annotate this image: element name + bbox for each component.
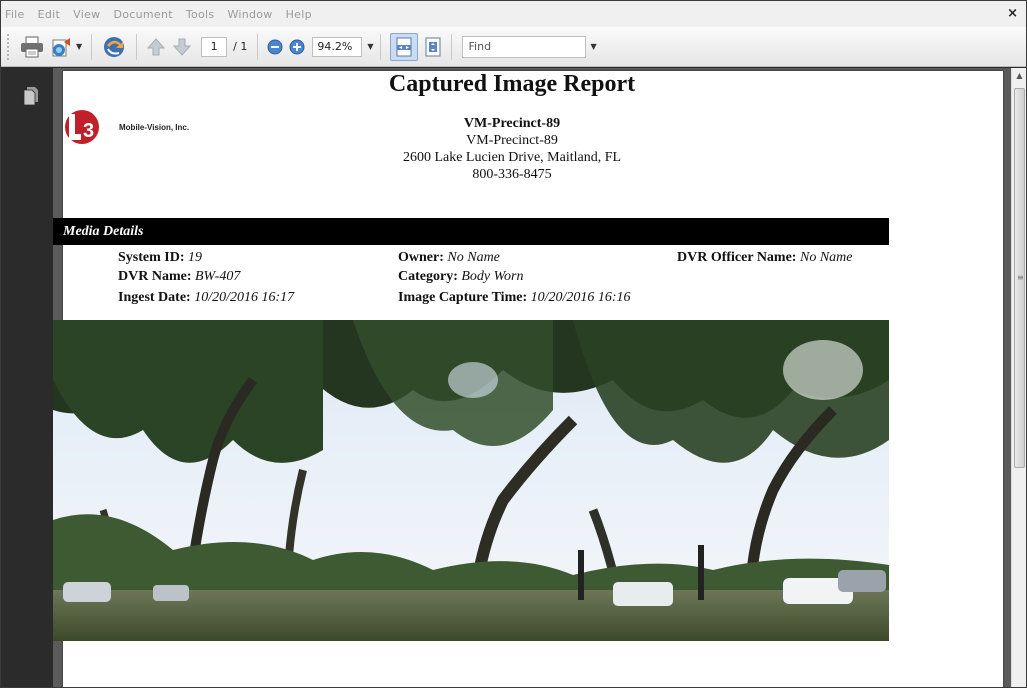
zoom-out-icon	[267, 39, 283, 54]
find-input[interactable]: Find	[461, 35, 586, 58]
zoom-out-button[interactable]	[267, 33, 283, 61]
zoom-in-icon	[289, 39, 305, 54]
prev-page-icon	[147, 37, 166, 55]
toolbar-separator	[450, 33, 452, 60]
toolbar-separator	[91, 33, 93, 60]
toolbar: ▼ 1 / 1 94.2% ▼ Find ▼	[1, 27, 1026, 67]
previous-page-button[interactable]	[146, 33, 166, 61]
field-label: Image Capture Time:	[398, 290, 528, 305]
system-id-field: System ID: 19	[118, 250, 202, 266]
menu-file[interactable]: File	[5, 8, 25, 21]
toolbar-separator	[257, 33, 259, 60]
menu-view[interactable]: View	[73, 8, 100, 21]
field-value: No Name	[447, 250, 500, 265]
tree-canopy-photo	[53, 320, 889, 641]
toolbar-separator	[379, 33, 381, 60]
zoom-level-input[interactable]: 94.2%	[312, 36, 363, 57]
media-details-header: Media Details	[53, 218, 889, 245]
field-value: 19	[188, 250, 202, 265]
dvr-officer-name-field: DVR Officer Name: No Name	[677, 250, 852, 266]
fit-page-button[interactable]	[424, 33, 442, 61]
image-capture-time-field: Image Capture Time: 10/20/2016 16:16	[398, 290, 631, 306]
share-icon	[52, 37, 70, 56]
zoom-in-button[interactable]	[289, 33, 305, 61]
report-title: Captured Image Report	[388, 71, 636, 97]
fit-width-button[interactable]	[389, 32, 418, 61]
precinct-name: VM-Precinct-89	[466, 133, 558, 148]
field-label: Ingest Date:	[118, 290, 191, 305]
street-address: 2600 Lake Lucien Drive, Maitland, FL	[402, 150, 622, 165]
field-label: DVR Name:	[118, 269, 192, 284]
captured-image-photo	[53, 320, 889, 641]
field-value: 10/20/2016 16:17	[194, 290, 295, 305]
precinct-name-bold: VM-Precinct-89	[463, 116, 561, 131]
phone-number: 800-336-8475	[472, 167, 552, 182]
sync-button[interactable]	[101, 33, 127, 61]
menu-edit[interactable]: Edit	[38, 8, 61, 21]
field-label: Category:	[398, 269, 458, 284]
field-label: Owner:	[398, 250, 444, 265]
field-value: BW-407	[194, 269, 241, 284]
next-page-button[interactable]	[172, 33, 192, 61]
chevron-down-icon[interactable]: ▼	[591, 42, 597, 51]
menu-tools[interactable]: Tools	[186, 8, 215, 21]
scrollbar-grip-icon: ≡	[1017, 273, 1024, 282]
field-label: System ID:	[118, 250, 185, 265]
owner-field: Owner: No Name	[398, 250, 500, 266]
chevron-down-icon[interactable]: ▼	[367, 42, 373, 51]
close-icon[interactable]: ×	[1007, 6, 1018, 21]
menu-window[interactable]: Window	[227, 8, 272, 21]
next-page-icon	[173, 38, 192, 56]
sync-icon	[104, 36, 125, 57]
pdf-viewer-window: File Edit View Document Tools Window Hel…	[0, 0, 1027, 688]
ingest-date-field: Ingest Date: 10/20/2016 16:17	[118, 290, 294, 306]
print-button[interactable]	[20, 33, 44, 61]
field-value: 10/20/2016 16:16	[530, 290, 631, 305]
toolbar-grip[interactable]	[7, 33, 11, 60]
toolbar-separator	[136, 33, 138, 60]
field-label: DVR Officer Name:	[677, 250, 797, 265]
page-count: / 1	[233, 40, 248, 53]
chevron-down-icon: ▼	[76, 42, 83, 51]
share-button[interactable]: ▼	[50, 33, 82, 61]
fit-width-icon	[396, 37, 412, 56]
menu-document[interactable]: Document	[113, 8, 172, 21]
category-field: Category: Body Worn	[398, 269, 523, 285]
dvr-name-field: DVR Name: BW-407	[118, 269, 240, 285]
field-value: No Name	[799, 250, 853, 265]
print-icon	[21, 36, 43, 57]
fit-page-icon	[425, 37, 441, 56]
field-value: Body Worn	[461, 269, 524, 284]
menu-help[interactable]: Help	[286, 8, 312, 21]
menu-bar: File Edit View Document Tools Window Hel…	[1, 1, 1026, 27]
page-number-input[interactable]: 1	[201, 36, 228, 57]
agency-address-block: VM-Precinct-89 VM-Precinct-89 2600 Lake …	[1, 115, 1023, 183]
